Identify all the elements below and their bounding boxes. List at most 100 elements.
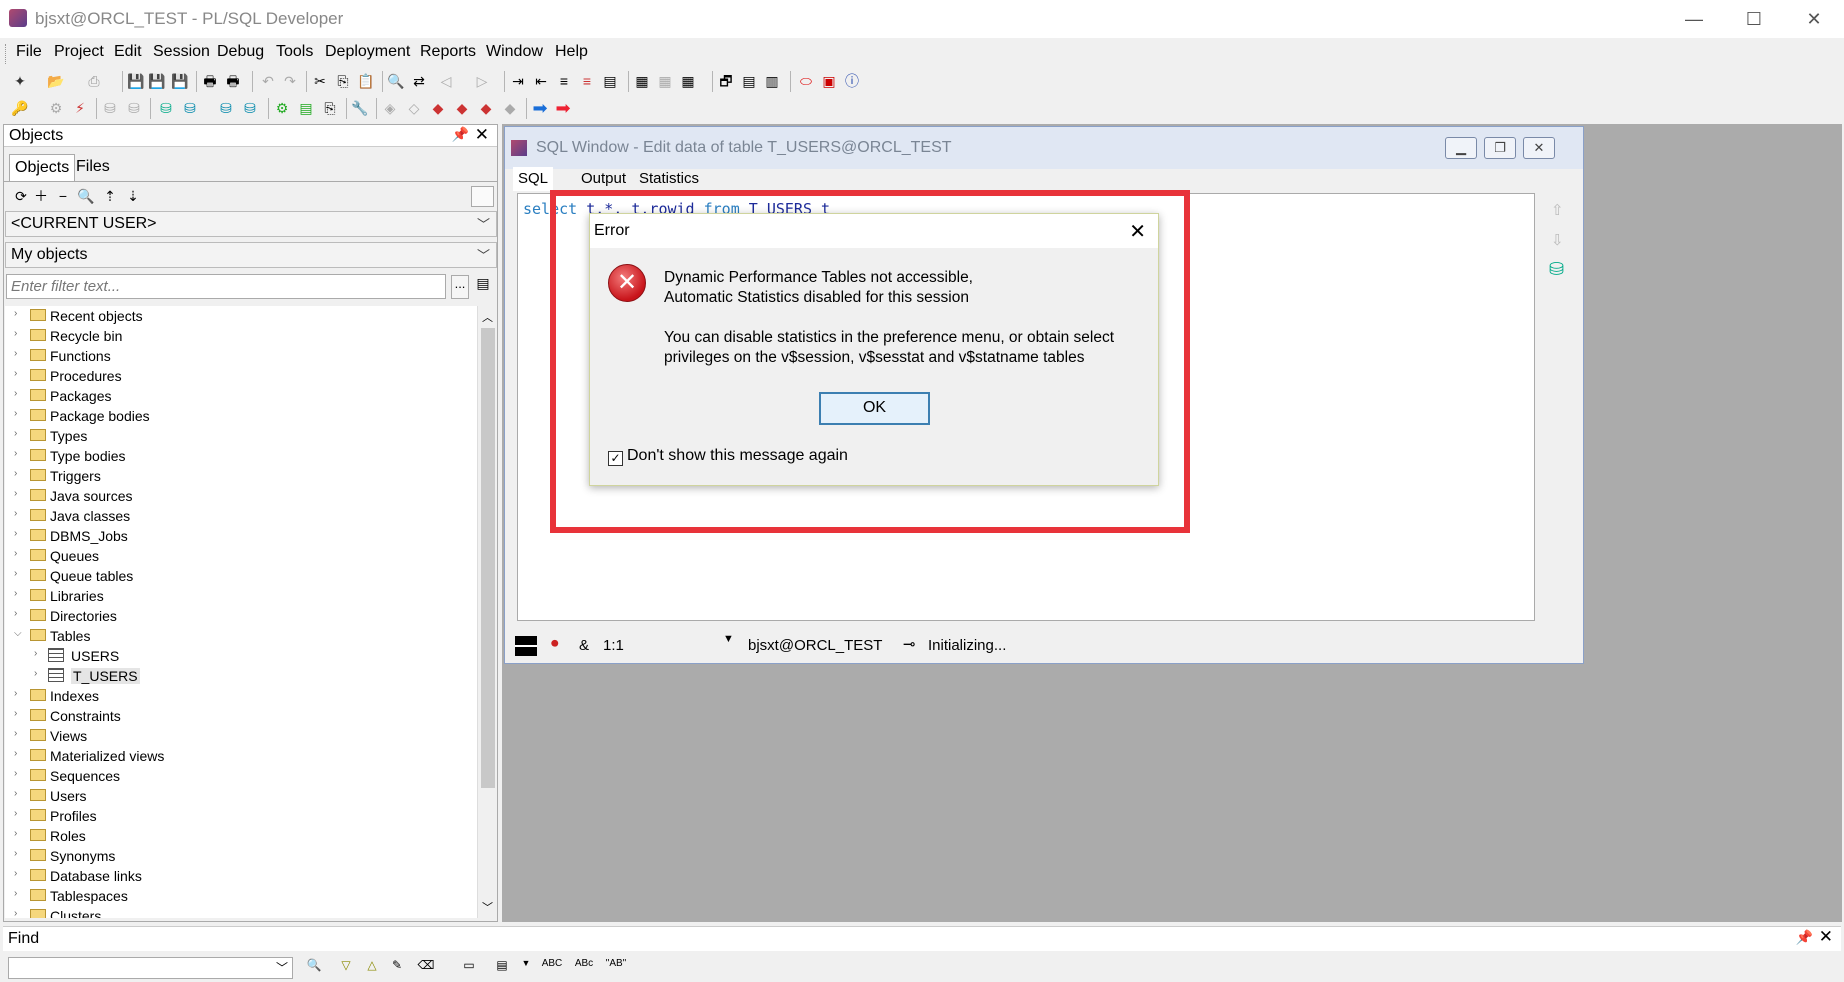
collapsed-chevron-icon[interactable]: › [14, 848, 17, 859]
tab-statistics[interactable]: Statistics [634, 167, 704, 191]
tree-folder-item[interactable]: › Views [5, 726, 479, 746]
menu-project[interactable]: Project [54, 43, 104, 61]
tab-objects[interactable]: Objects [9, 154, 76, 182]
collapsed-chevron-icon[interactable]: › [14, 708, 17, 719]
filter-icon[interactable]: ⇣ [123, 186, 143, 206]
open-icon[interactable]: 📂 [46, 71, 66, 91]
collapsed-chevron-icon[interactable]: › [14, 588, 17, 599]
arrow-right-red-icon[interactable]: ➡ [553, 98, 573, 118]
pin-icon[interactable]: 📌 [1796, 929, 1813, 946]
document-dropdown-icon[interactable]: ▼ [515, 958, 537, 968]
tab-files[interactable]: Files [71, 154, 115, 182]
print-icon[interactable]: 🖶 [200, 71, 220, 91]
move-up-icon[interactable]: ⇧ [1551, 201, 1564, 219]
selection-only-icon[interactable]: ▭ [458, 958, 480, 972]
tree-folder-item[interactable]: ⌵ Tables [5, 626, 479, 646]
step-into-icon[interactable]: ◆ [476, 98, 496, 118]
window-list-icon[interactable]: ▦ [632, 71, 652, 91]
tree-folder-item[interactable]: › Triggers [5, 466, 479, 486]
cut-icon[interactable]: ✂ [310, 71, 330, 91]
collapsed-chevron-icon[interactable]: › [14, 808, 17, 819]
menu-window[interactable]: Window [486, 43, 543, 61]
tree-folder-item[interactable]: › Functions [5, 346, 479, 366]
menu-session[interactable]: Session [153, 43, 210, 61]
tree-folder-item[interactable]: › Types [5, 426, 479, 446]
collapsed-chevron-icon[interactable]: › [34, 648, 37, 659]
collapsed-chevron-icon[interactable]: › [14, 328, 17, 339]
indent-icon[interactable]: ⇥ [508, 71, 528, 91]
collapsed-chevron-icon[interactable]: › [14, 368, 17, 379]
find-icon[interactable]: 🔍 [386, 71, 406, 91]
collapsed-chevron-icon[interactable]: › [14, 608, 17, 619]
collapsed-chevron-icon[interactable]: › [14, 348, 17, 359]
eraser-icon[interactable]: ◇ [404, 98, 424, 118]
comment-icon[interactable]: ≡ [554, 71, 574, 91]
connection-dropdown-icon[interactable]: ▼ [723, 633, 734, 645]
replace-icon[interactable]: ⇄ [409, 71, 429, 91]
tree-table-item[interactable]: › USERS [5, 646, 479, 666]
regex-icon[interactable]: "AB" [605, 958, 627, 969]
back-icon[interactable]: ◁ [436, 71, 456, 91]
save-all-icon[interactable]: 💾 [170, 71, 190, 91]
find-prev-icon[interactable]: △ [361, 958, 383, 972]
tree-folder-item[interactable]: › Constraints [5, 706, 479, 726]
tree-folder-item[interactable]: › Recent objects [5, 306, 479, 326]
grid-icon[interactable]: ▤ [739, 71, 759, 91]
pdf-icon[interactable]: ▣ [819, 71, 839, 91]
record-icon[interactable]: ⏺ [551, 635, 559, 652]
execute-icon[interactable]: ⛁ [100, 98, 120, 118]
info-icon[interactable]: ⓘ [842, 71, 862, 91]
collapsed-chevron-icon[interactable]: › [14, 568, 17, 579]
step-icon[interactable]: ◆ [452, 98, 472, 118]
uncomment-icon[interactable]: ≡ [577, 71, 597, 91]
tree-folder-item[interactable]: › Materialized views [5, 746, 479, 766]
filter-input[interactable]: Enter filter text... [6, 274, 446, 299]
menu-file[interactable]: File [16, 43, 42, 61]
tree-folder-item[interactable]: › Synonyms [5, 846, 479, 866]
collapsed-chevron-icon[interactable]: › [14, 388, 17, 399]
match-case-icon[interactable]: ABC [541, 958, 563, 969]
tree-folder-item[interactable]: › Recycle bin [5, 326, 479, 346]
arrow-right-blue-icon[interactable]: ➡ [530, 98, 550, 118]
tab-output[interactable]: Output [576, 167, 631, 191]
user-select[interactable]: <CURRENT USER> ﹀ [5, 211, 497, 237]
dont-show-checkbox[interactable]: ✓ [608, 451, 623, 466]
tree-scrollbar[interactable]: ︿ ﹀ [477, 306, 497, 918]
print-preview-icon[interactable]: 🖶 [223, 71, 243, 91]
commit-icon[interactable]: ⛁ [124, 98, 144, 118]
menu-tools[interactable]: Tools [276, 43, 313, 61]
db-icon[interactable]: ⛁ [156, 98, 176, 118]
close-icon[interactable]: ✕ [1819, 927, 1833, 947]
tree-folder-item[interactable]: › Queue tables [5, 566, 479, 586]
tree-folder-item[interactable]: › DBMS_Jobs [5, 526, 479, 546]
save-icon[interactable]: 💾 [126, 71, 146, 91]
report-icon[interactable]: ▤ [296, 98, 316, 118]
format-icon[interactable]: ▤ [600, 71, 620, 91]
filter-doc-icon[interactable]: ▤ [473, 275, 493, 299]
print-setup-icon[interactable]: ⎙ [84, 71, 104, 91]
cascade-icon[interactable]: ▦ [678, 71, 698, 91]
tree-folder-item[interactable]: › Users [5, 786, 479, 806]
find-input[interactable]: ﹀ [8, 957, 293, 979]
find-object-icon[interactable]: 🔍 [76, 186, 96, 206]
collapsed-chevron-icon[interactable]: › [14, 308, 17, 319]
copy-db-icon[interactable]: ⎘ [320, 98, 340, 118]
filter-up-icon[interactable]: ⇡ [100, 186, 120, 206]
mdi-minimize-button[interactable]: ▁ [1445, 137, 1477, 159]
scroll-up-icon[interactable]: ︿ [482, 309, 493, 325]
scroll-down-icon[interactable]: ﹀ [482, 899, 493, 915]
collapsed-chevron-icon[interactable]: › [14, 408, 17, 419]
find-binoculars-icon[interactable]: 🔍 [303, 958, 325, 972]
tree-folder-item[interactable]: › Directories [5, 606, 479, 626]
compile-icon[interactable]: ⚙ [46, 98, 66, 118]
menu-edit[interactable]: Edit [114, 43, 142, 61]
tree-folder-item[interactable]: › Queues [5, 546, 479, 566]
forward-icon[interactable]: ▷ [472, 71, 492, 91]
tree-folder-item[interactable]: › Java sources [5, 486, 479, 506]
panel-option-button[interactable] [471, 186, 494, 207]
objects-select[interactable]: My objects ﹀ [5, 242, 497, 268]
result-toggle-icon[interactable] [515, 636, 537, 656]
tree-folder-item[interactable]: › Clusters [5, 906, 479, 918]
collapsed-chevron-icon[interactable]: › [14, 728, 17, 739]
document-icon[interactable]: ▤ [491, 958, 513, 972]
